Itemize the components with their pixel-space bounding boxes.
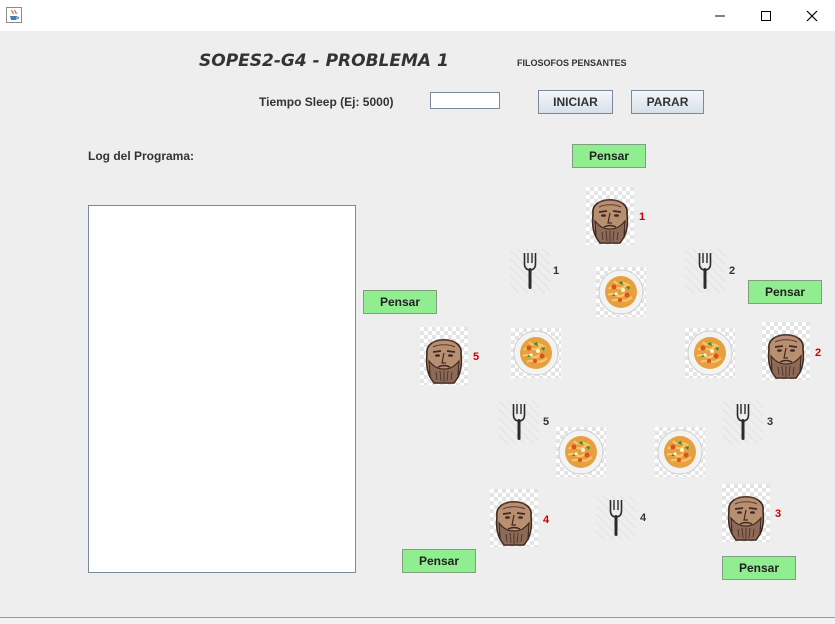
philosopher-face-icon (586, 187, 634, 245)
philosopher-face-icon (722, 484, 770, 542)
maximize-button[interactable] (743, 0, 789, 31)
pasta-plate-icon (511, 328, 561, 378)
pasta-plate-icon (685, 328, 735, 378)
minimize-icon (715, 15, 725, 17)
fork-3-number: 3 (767, 416, 774, 428)
close-icon (806, 10, 818, 22)
fork-1-number: 1 (553, 265, 560, 277)
philosopher-5-number: 5 (473, 351, 480, 363)
log-label: Log del Programa: (88, 149, 195, 163)
pasta-plate-icon (596, 267, 646, 317)
philosopher-face-icon (420, 327, 468, 385)
philosopher-3-status-button[interactable]: Pensar (722, 556, 796, 580)
pasta-plate-icon (655, 427, 705, 477)
fork-icon (723, 400, 763, 444)
philosopher-1-status-button[interactable]: Pensar (572, 144, 646, 168)
page-title: SOPES2-G4 - PROBLEMA 1 (199, 51, 449, 71)
fork-5-number: 5 (543, 416, 550, 428)
philosopher-2-number: 2 (815, 347, 822, 359)
fork-icon (510, 249, 550, 293)
philosopher-4-status-button[interactable]: Pensar (402, 549, 476, 573)
title-bar (0, 0, 835, 31)
philosopher-4-number: 4 (543, 514, 550, 526)
philosopher-face-icon (762, 322, 810, 380)
fork-icon (499, 400, 539, 444)
philosopher-face-icon (490, 489, 538, 547)
pasta-plate-icon (556, 427, 606, 477)
java-cup-icon (6, 7, 22, 23)
log-textarea[interactable] (88, 205, 356, 573)
stop-button[interactable]: PARAR (631, 90, 704, 114)
philosopher-1-number: 1 (639, 211, 646, 223)
maximize-icon (761, 11, 771, 21)
philosopher-5-status-button[interactable]: Pensar (363, 290, 437, 314)
philosopher-3-number: 3 (775, 508, 782, 520)
start-button[interactable]: INICIAR (538, 90, 613, 114)
fork-icon (596, 496, 636, 540)
philosopher-2-status-button[interactable]: Pensar (748, 280, 822, 304)
fork-icon (685, 249, 725, 293)
fork-2-number: 2 (729, 265, 736, 277)
sleep-time-label: Tiempo Sleep (Ej: 5000) (259, 95, 394, 109)
page-subtitle: FILOSOFOS PENSANTES (517, 58, 627, 68)
minimize-button[interactable] (697, 0, 743, 31)
fork-4-number: 4 (640, 512, 647, 524)
close-button[interactable] (789, 0, 835, 31)
main-panel: SOPES2-G4 - PROBLEMA 1 FILOSOFOS PENSANT… (0, 31, 835, 617)
sleep-time-input[interactable] (430, 92, 500, 109)
